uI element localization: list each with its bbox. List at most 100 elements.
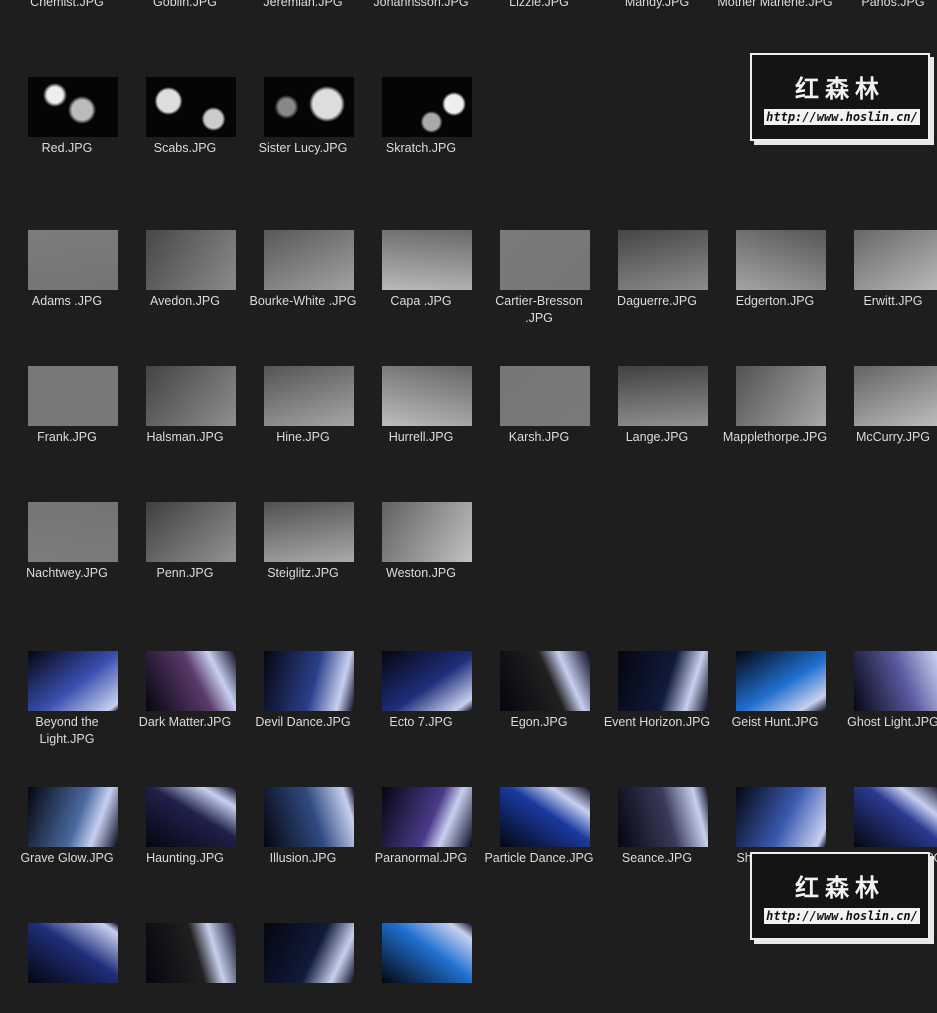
file-name: Dark Matter.JPG	[138, 715, 232, 729]
file-item-daguerre[interactable]: Daguerre.JPG	[598, 230, 716, 320]
file-item-halsman[interactable]: Halsman.JPG	[126, 366, 244, 456]
file-item-geist-hunt[interactable]: Geist Hunt.JPG	[716, 651, 834, 741]
file-item-lizzie[interactable]: Lizzie.JPG	[480, 0, 598, 78]
file-item-beyond-the-light[interactable]: Beyond the Light.JPG	[8, 651, 126, 746]
thumbnail	[382, 651, 472, 711]
file-item-sister-lucy[interactable]: Sister Lucy.JPG	[244, 77, 362, 167]
file-item-lange[interactable]: Lange.JPG	[598, 366, 716, 456]
file-name: Steiglitz.JPG	[267, 566, 339, 580]
file-name: Skratch.JPG	[385, 141, 457, 155]
thumbnail	[264, 366, 354, 426]
file-name: Panos.JPG	[861, 0, 925, 9]
file-name: Bourke-White .JPG	[249, 294, 357, 308]
file-name: Seance.JPG	[621, 851, 693, 865]
thumbnail	[264, 230, 354, 290]
file-name: Avedon.JPG	[150, 294, 220, 308]
file-item-capa[interactable]: Capa .JPG	[362, 230, 480, 320]
watermark-title: 红森林	[795, 874, 885, 902]
file-name: Ghost Light.JPG	[847, 715, 937, 729]
file-item-partial[interactable]	[362, 923, 480, 1013]
file-name: Devil Dance.JPG	[255, 715, 351, 729]
file-item-erwitt[interactable]: Erwitt.JPG	[834, 230, 937, 320]
file-item-goblin[interactable]: Goblin.JPG	[126, 0, 244, 78]
file-name: Karsh.JPG	[508, 430, 570, 444]
file-item-johannsson[interactable]: Johannsson.JPG	[362, 0, 480, 78]
file-name: Sister Lucy.JPG	[258, 141, 348, 155]
file-item-red[interactable]: Red.JPG	[8, 77, 126, 167]
file-item-ghost-light[interactable]: Ghost Light.JPG	[834, 651, 937, 741]
thumbnail	[500, 366, 590, 426]
file-name: Illusion.JPG	[269, 851, 337, 865]
file-item-frank[interactable]: Frank.JPG	[8, 366, 126, 456]
file-item-illusion[interactable]: Illusion.JPG	[244, 787, 362, 877]
file-item-weston[interactable]: Weston.JPG	[362, 502, 480, 592]
file-name: Erwitt.JPG	[863, 294, 923, 308]
file-item-ecto-7[interactable]: Ecto 7.JPG	[362, 651, 480, 741]
thumbnail	[618, 230, 708, 290]
file-item-nachtwey[interactable]: Nachtwey.JPG	[8, 502, 126, 592]
file-name: Frank.JPG	[37, 430, 97, 444]
file-name: Weston.JPG	[386, 566, 456, 580]
thumbnail	[264, 502, 354, 562]
file-item-devil-dance[interactable]: Devil Dance.JPG	[244, 651, 362, 741]
thumbnail	[736, 787, 826, 847]
file-item-partial[interactable]	[8, 923, 126, 1013]
file-item-partial[interactable]	[244, 923, 362, 1013]
file-item-penn[interactable]: Penn.JPG	[126, 502, 244, 592]
file-name: Egon.JPG	[510, 715, 568, 729]
file-name: Chemist.JPG	[30, 0, 104, 9]
thumbnail	[146, 366, 236, 426]
thumbnail	[382, 230, 472, 290]
file-name: Johannsson.JPG	[373, 0, 469, 9]
file-item-adams[interactable]: Adams .JPG	[8, 230, 126, 320]
file-name: Jeremiah.JPG	[263, 0, 343, 9]
file-item-egon[interactable]: Egon.JPG	[480, 651, 598, 741]
file-item-chemist[interactable]: Chemist.JPG	[8, 0, 126, 78]
file-name: Goblin.JPG	[153, 0, 217, 9]
thumbnail	[382, 923, 472, 983]
file-item-grave-glow[interactable]: Grave Glow.JPG	[8, 787, 126, 877]
file-item-edgerton[interactable]: Edgerton.JPG	[716, 230, 834, 320]
file-item-dark-matter[interactable]: Dark Matter.JPG	[126, 651, 244, 741]
file-item-seance[interactable]: Seance.JPG	[598, 787, 716, 877]
watermark-bottom: 红森林 http://www.hoslin.cn/	[750, 852, 930, 940]
file-item-haunting[interactable]: Haunting.JPG	[126, 787, 244, 877]
file-name: Adams .JPG	[31, 294, 103, 308]
file-name: Grave Glow.JPG	[20, 851, 114, 865]
file-name: Event Horizon.JPG	[603, 715, 711, 729]
file-item-skratch[interactable]: Skratch.JPG	[362, 77, 480, 167]
file-name: Geist Hunt.JPG	[731, 715, 819, 729]
thumbnail	[264, 651, 354, 711]
thumbnail	[736, 230, 826, 290]
file-item-bourke-white[interactable]: Bourke-White .JPG	[244, 230, 362, 320]
file-item-paranormal[interactable]: Paranormal.JPG	[362, 787, 480, 877]
thumbnail	[146, 230, 236, 290]
thumbnail	[854, 230, 937, 290]
file-item-hurrell[interactable]: Hurrell.JPG	[362, 366, 480, 456]
file-item-particle-dance[interactable]: Particle Dance.JPG	[480, 787, 598, 877]
thumbnail	[28, 77, 118, 137]
file-item-jeremiah[interactable]: Jeremiah.JPG	[244, 0, 362, 78]
thumbnail	[382, 502, 472, 562]
thumbnail	[618, 787, 708, 847]
file-item-steiglitz[interactable]: Steiglitz.JPG	[244, 502, 362, 592]
file-item-cartier-bresson[interactable]: Cartier-Bresson .JPG	[480, 230, 598, 325]
file-item-hine[interactable]: Hine.JPG	[244, 366, 362, 456]
thumbnail	[146, 787, 236, 847]
file-item-avedon[interactable]: Avedon.JPG	[126, 230, 244, 320]
file-item-event-horizon[interactable]: Event Horizon.JPG	[598, 651, 716, 741]
watermark-title: 红森林	[795, 75, 885, 103]
file-name: Capa .JPG	[390, 294, 452, 308]
file-name: Daguerre.JPG	[617, 294, 697, 308]
thumbnail	[854, 366, 937, 426]
file-item-mandy[interactable]: Mandy.JPG	[598, 0, 716, 78]
file-item-partial[interactable]	[126, 923, 244, 1013]
file-item-karsh[interactable]: Karsh.JPG	[480, 366, 598, 456]
file-name: Scabs.JPG	[153, 141, 217, 155]
thumbnail	[28, 366, 118, 426]
thumbnail	[854, 787, 937, 847]
file-name: Cartier-Bresson .JPG	[495, 294, 583, 325]
file-item-mccurry[interactable]: McCurry.JPG	[834, 366, 937, 456]
file-item-mapplethorpe[interactable]: Mapplethorpe.JPG	[716, 366, 834, 456]
file-item-scabs[interactable]: Scabs.JPG	[126, 77, 244, 167]
